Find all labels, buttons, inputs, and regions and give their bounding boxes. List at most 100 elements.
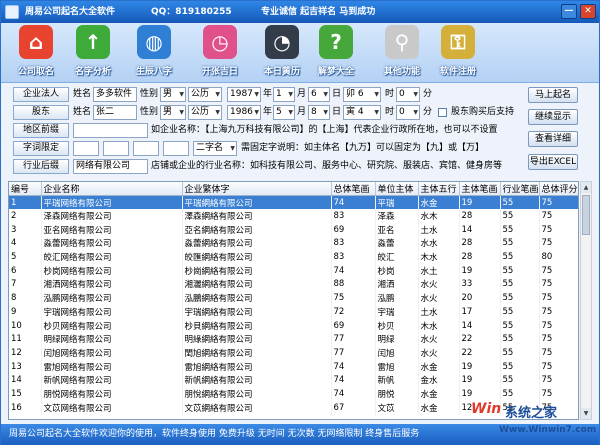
watermark: Win 系统之家 Www.Winwin7.com <box>471 401 599 443</box>
ganzhi2-select[interactable]: 寅 4 <box>343 105 381 120</box>
hour2-select[interactable]: 0 <box>396 105 420 120</box>
table-cell: 水金 <box>418 359 460 374</box>
region-prefix-input[interactable] <box>73 123 148 138</box>
column-header[interactable]: 企业繁体字 <box>182 182 332 196</box>
region-prefix-label[interactable]: 地区前缀 <box>13 123 69 138</box>
shareholder-checkbox[interactable] <box>438 108 447 117</box>
column-header[interactable]: 企业名称 <box>41 182 183 196</box>
table-cell: 湘洒 <box>375 277 419 292</box>
table-cell: 杪岗网络有限公司 <box>41 263 183 278</box>
ganzhi-select[interactable]: 卯 6 <box>343 87 381 102</box>
month-select[interactable]: 1 <box>273 87 295 102</box>
table-cell: 19 <box>459 263 501 278</box>
day2-select[interactable]: 8 <box>308 105 330 120</box>
table-row[interactable]: 1 平瑞网络有限公司 平瑞網絡有限公司 74 平瑞 水金 19 55 75 <box>9 195 578 210</box>
table-row[interactable]: 9 宇瑞网络有限公司 宇瑞網絡有限公司 72 宇瑞 土水 17 55 75 <box>9 305 578 319</box>
table-row[interactable]: 13 雷旭网络有限公司 雷旭網絡有限公司 74 雷旭 水金 19 55 75 <box>9 359 578 374</box>
title-bar: 周易公司起名大全软件 QQ：819180255 专业诚信 起吉祥名 马到成功 —… <box>1 1 599 23</box>
calendar2-select[interactable]: 公历 <box>188 105 222 120</box>
column-header[interactable]: 总体笔画 <box>331 182 376 196</box>
fixed-char-input-4[interactable] <box>163 141 189 156</box>
table-cell: 55 <box>500 373 540 388</box>
minimize-button[interactable]: — <box>561 4 577 19</box>
table-cell: 明绿 <box>375 332 419 347</box>
table-row[interactable]: 14 新帆网络有限公司 新帆網絡有限公司 74 新帆 金水 19 55 75 <box>9 373 578 388</box>
table-cell: 74 <box>331 195 376 210</box>
table-row[interactable]: 10 杪贝网络有限公司 杪貝網絡有限公司 69 杪贝 木水 14 55 75 <box>9 318 578 333</box>
table-cell: 木水 <box>418 250 460 264</box>
table-cell: 土水 <box>418 222 460 237</box>
day-select[interactable]: 6 <box>308 87 330 102</box>
alarm-clock-icon: ◔ <box>265 25 299 59</box>
continue-display-button[interactable]: 继续显示 <box>528 109 578 125</box>
export-excel-button[interactable]: 导出EXCEL <box>528 154 578 170</box>
start-naming-button[interactable]: 马上起名 <box>528 87 578 103</box>
gender-select[interactable]: 男 <box>160 87 186 102</box>
name2-input[interactable]: 张二 <box>93 105 137 120</box>
table-cell: 木水 <box>418 318 460 333</box>
fixed-char-input-1[interactable] <box>73 141 99 156</box>
table-row[interactable]: 8 泓鹏网络有限公司 泓鵬網絡有限公司 75 泓鹏 水火 20 55 75 <box>9 291 578 305</box>
table-cell: 22 <box>459 346 501 360</box>
column-header[interactable]: 编号 <box>9 182 42 196</box>
close-button[interactable]: ✕ <box>580 4 596 19</box>
table-cell: 杪岗 <box>375 263 419 278</box>
column-header[interactable]: 行业笔画 <box>500 182 540 196</box>
toolbar-button-2[interactable]: ◍ 生辰八字 <box>119 25 189 81</box>
table-row[interactable]: 7 湘洒网络有限公司 湘灑網絡有限公司 88 湘洒 水火 33 55 75 <box>9 277 578 292</box>
hour-select[interactable]: 0 <box>396 87 420 102</box>
table-cell: 55 <box>500 236 540 251</box>
table-cell: 宇瑞 <box>375 305 419 319</box>
column-header[interactable]: 总体评分 <box>539 182 578 196</box>
fixed-char-input-2[interactable] <box>103 141 129 156</box>
table-row[interactable]: 15 朋悦网络有限公司 朋悅網絡有限公司 74 朋悦 水金 19 55 75 <box>9 387 578 401</box>
word-limit-label[interactable]: 字词限定 <box>13 141 69 156</box>
table-row[interactable]: 2 泽森网络有限公司 澤森網絡有限公司 83 泽森 水木 28 55 75 <box>9 209 578 223</box>
table-row[interactable]: 5 皎汇网络有限公司 皎匯網絡有限公司 83 皎汇 木水 28 55 80 <box>9 250 578 264</box>
legal-person-label[interactable]: 企业法人 <box>13 87 69 102</box>
column-header[interactable]: 主体五行 <box>418 182 460 196</box>
table-cell: 亚名网络有限公司 <box>41 222 183 237</box>
table-cell: 75 <box>539 291 578 305</box>
up-arrow-icon: ↑ <box>76 25 110 59</box>
fixed-hint: 需固定字说明：如主体名【九万】可以固定为【九】或【万】 <box>241 143 485 153</box>
table-cell: 75 <box>331 291 376 305</box>
shareholder-label[interactable]: 股东 <box>13 105 69 120</box>
table-row[interactable]: 4 淼蕾网络有限公司 淼蕾網絡有限公司 83 淼蕾 水水 28 55 75 <box>9 236 578 251</box>
toolbar-button-1[interactable]: ↑ 名字分析 <box>58 25 128 81</box>
table-cell: 19 <box>459 387 501 401</box>
toolbar-button-5[interactable]: ? 解梦大全 <box>301 25 371 81</box>
table-row[interactable]: 11 明绿网络有限公司 明綠網絡有限公司 77 明绿 水火 22 55 75 <box>9 332 578 347</box>
column-header[interactable]: 主体笔画 <box>459 182 501 196</box>
table-row[interactable]: 3 亚名网络有限公司 亞名網絡有限公司 69 亚名 土水 14 55 75 <box>9 222 578 237</box>
table-cell: 泽森网络有限公司 <box>41 209 183 223</box>
view-detail-button[interactable]: 查看详细 <box>528 131 578 147</box>
month2-select[interactable]: 5 <box>273 105 295 120</box>
table-cell: 67 <box>331 400 376 415</box>
name-length-select[interactable]: 二字名 <box>193 141 237 156</box>
column-header[interactable]: 单位主体 <box>375 182 419 196</box>
table-row[interactable]: 6 杪岗网络有限公司 杪崗網絡有限公司 74 杪岗 水土 19 55 75 <box>9 263 578 278</box>
toolbar-button-7[interactable]: ⚿ 软件注册 <box>423 25 493 81</box>
toolbar-button-3[interactable]: ◷ 开张吉日 <box>185 25 255 81</box>
table-cell: 5 <box>9 250 42 264</box>
table-cell: 75 <box>539 387 578 401</box>
table-cell: 83 <box>331 236 376 251</box>
table-cell: 55 <box>500 346 540 360</box>
gender2-select[interactable]: 男 <box>160 105 186 120</box>
year2-select[interactable]: 1986 <box>227 105 261 120</box>
minute-unit: 分 <box>423 89 433 99</box>
table-cell: 澤森網絡有限公司 <box>182 209 332 223</box>
scroll-thumb[interactable] <box>582 195 590 235</box>
table-cell: 77 <box>331 346 376 360</box>
vertical-scrollbar[interactable]: ▲ ▼ <box>580 181 592 420</box>
calendar-select[interactable]: 公历 <box>188 87 222 102</box>
industry-suffix-input[interactable]: 网络有限公司 <box>73 159 148 174</box>
table-row[interactable]: 12 闰旭网络有限公司 閏旭網絡有限公司 77 闰旭 水火 22 55 75 <box>9 346 578 360</box>
industry-suffix-label[interactable]: 行业后缀 <box>13 159 69 174</box>
table-cell: 55 <box>500 263 540 278</box>
fixed-char-input-3[interactable] <box>133 141 159 156</box>
year-select[interactable]: 1987 <box>227 87 261 102</box>
name-input[interactable]: 多多软件 <box>93 87 137 102</box>
scroll-up-arrow-icon[interactable]: ▲ <box>581 182 591 193</box>
